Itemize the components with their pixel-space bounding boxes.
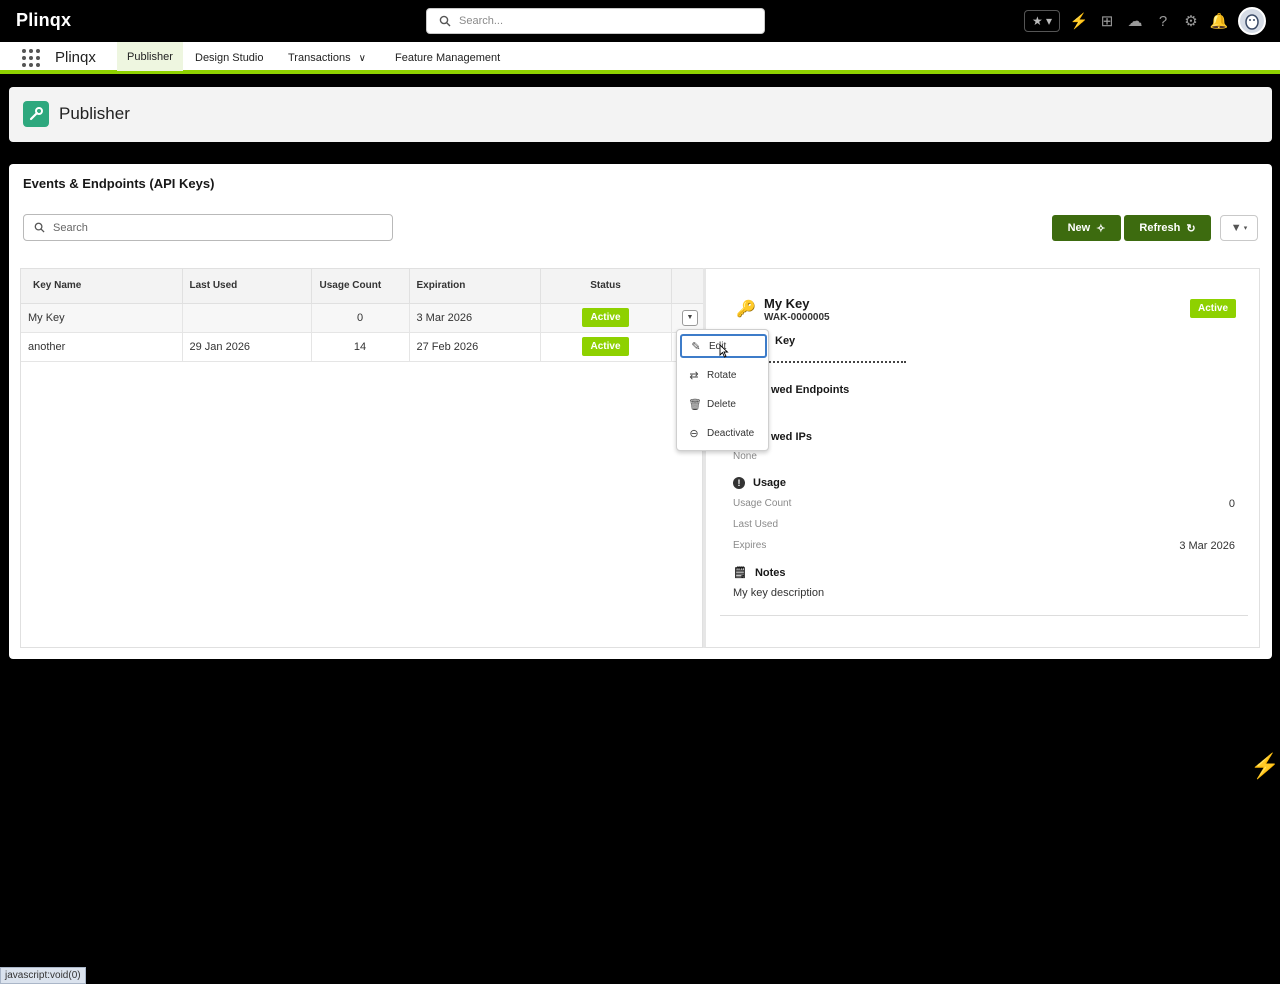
wrench-icon — [23, 101, 49, 127]
page-title: Publisher — [59, 104, 130, 123]
rotate-icon: ⇄ — [689, 369, 699, 382]
detail-key-label: Key — [775, 335, 796, 347]
cell-last-used: 29 Jan 2026 — [182, 332, 312, 362]
help-icon[interactable]: ? — [1154, 12, 1172, 30]
detail-last-used-label: Last Used — [733, 519, 779, 530]
brand-logo[interactable]: Plinqx — [16, 10, 71, 31]
chevron-down-icon: ▾ — [1243, 225, 1248, 232]
tab-transactions[interactable]: Transactions ∨ — [278, 42, 376, 74]
col-header-status[interactable]: Status — [540, 269, 672, 304]
cell-status: Active — [540, 303, 672, 333]
detail-expires-label: Expires — [733, 540, 767, 551]
detail-notes-section: 🗒 Notes — [733, 566, 786, 580]
info-icon: ! — [733, 477, 745, 489]
avatar[interactable] — [1238, 7, 1266, 35]
cell-usage-count: 0 — [311, 303, 410, 333]
detail-key-name: My Key — [764, 296, 810, 311]
status-badge: Active — [582, 308, 629, 327]
table-row[interactable]: another 29 Jan 2026 14 27 Feb 2026 Activ… — [21, 332, 704, 362]
tab-feature-management[interactable]: Feature Management — [385, 42, 510, 74]
app-nav-bar: Plinqx Publisher Design Studio Transacti… — [0, 42, 1280, 74]
filter-icon: ▼ — [1230, 222, 1242, 234]
detail-endpoints-label: wed Endpoints — [771, 384, 850, 396]
cell-key-name[interactable]: another — [21, 332, 183, 362]
gear-icon[interactable]: ⚙ — [1182, 12, 1200, 30]
status-bar-url: javascript:void(0) — [0, 967, 86, 984]
global-search-placeholder: Search... — [459, 15, 504, 27]
global-search-input[interactable]: Search... — [426, 8, 765, 34]
api-keys-card: Events & Endpoints (API Keys) Search New… — [9, 164, 1272, 659]
filter-button[interactable]: ▼ ▾ — [1220, 215, 1258, 241]
pencil-icon: ✎ — [691, 340, 701, 353]
detail-key-id: WAK-0000005 — [764, 312, 830, 323]
col-header-key-name[interactable]: Key Name — [21, 269, 183, 304]
refresh-icon: ↻ — [1186, 222, 1196, 235]
cell-last-used — [182, 303, 312, 333]
search-icon — [34, 222, 45, 233]
app-name: Plinqx — [55, 49, 96, 66]
list-search-placeholder: Search — [53, 221, 88, 234]
detail-usage-section: ! Usage — [733, 477, 786, 489]
cell-status: Active — [540, 332, 672, 362]
lightning-icon[interactable]: ⚡ — [1070, 12, 1089, 30]
cell-expiration: 27 Feb 2026 — [409, 332, 541, 362]
top-bar: Plinqx Search... ★ ▾ ⚡ ⊞ ☁ ? ⚙ 🔔 — [0, 0, 1280, 42]
row-actions-chevron-icon[interactable]: ▼ — [682, 309, 698, 326]
key-detail-panel: 🔑 My Key WAK-0000005 Active Key wed Endp… — [703, 268, 1260, 648]
cloud-icon[interactable]: ☁ — [1126, 12, 1144, 30]
detail-status-badge: Active — [1190, 299, 1237, 318]
list-search-input[interactable]: Search — [23, 214, 393, 241]
app-launcher-icon[interactable] — [22, 49, 40, 67]
cell-usage-count: 14 — [311, 332, 410, 362]
key-icon: 🔑 — [736, 301, 756, 318]
cell-actions: ▼ — [671, 303, 704, 333]
detail-usage-count-label: Usage Count — [733, 498, 792, 509]
bell-icon[interactable]: 🔔 — [1210, 12, 1229, 30]
table-header-row: Key Name Last Used Usage Count Expiratio… — [21, 269, 704, 304]
detail-ips-value: None — [733, 451, 757, 462]
col-header-last-used[interactable]: Last Used — [182, 269, 312, 304]
deactivate-icon: ⊖ — [689, 427, 699, 440]
cell-key-name[interactable]: My Key — [21, 303, 183, 333]
tab-design-studio[interactable]: Design Studio — [185, 42, 274, 74]
col-header-usage-count[interactable]: Usage Count — [311, 269, 410, 304]
detail-ips-label: wed IPs — [771, 431, 812, 443]
sparkle-icon: ✧ — [1096, 222, 1106, 235]
divider — [720, 615, 1248, 616]
card-title: Events & Endpoints (API Keys) — [23, 176, 215, 191]
menu-item-rotate[interactable]: ⇄ Rotate — [680, 363, 767, 387]
status-badge: Active — [582, 337, 629, 356]
cell-expiration: 3 Mar 2026 — [409, 303, 541, 333]
detail-notes-value: My key description — [733, 587, 825, 599]
menu-item-delete[interactable]: 🗑 Delete — [680, 392, 767, 416]
trash-icon: 🗑 — [688, 398, 702, 411]
menu-item-deactivate[interactable]: ⊖ Deactivate — [680, 421, 767, 445]
masked-key-value — [766, 361, 906, 363]
detail-usage-count-value: 0 — [1228, 498, 1235, 510]
col-header-actions — [671, 269, 704, 304]
new-button[interactable]: New ✧ — [1052, 215, 1121, 241]
refresh-button[interactable]: Refresh ↻ — [1124, 215, 1211, 241]
add-icon[interactable]: ⊞ — [1098, 12, 1116, 30]
lightning-icon[interactable]: ⚡ — [1250, 752, 1280, 781]
tab-publisher[interactable]: Publisher — [117, 42, 183, 74]
table-row[interactable]: My Key 0 3 Mar 2026 Active ▼ — [21, 303, 704, 333]
chevron-down-icon[interactable]: ∨ — [359, 53, 366, 64]
col-header-expiration[interactable]: Expiration — [409, 269, 541, 304]
notes-icon: 🗒 — [733, 567, 747, 579]
favorites-star-icon[interactable]: ★ ▾ — [1024, 10, 1060, 32]
api-keys-table: Key Name Last Used Usage Count Expiratio… — [20, 268, 704, 648]
detail-expires-value: 3 Mar 2026 — [1179, 540, 1235, 552]
search-icon — [439, 15, 451, 27]
page-header: Publisher — [9, 87, 1272, 142]
mouse-cursor-icon — [719, 344, 729, 358]
